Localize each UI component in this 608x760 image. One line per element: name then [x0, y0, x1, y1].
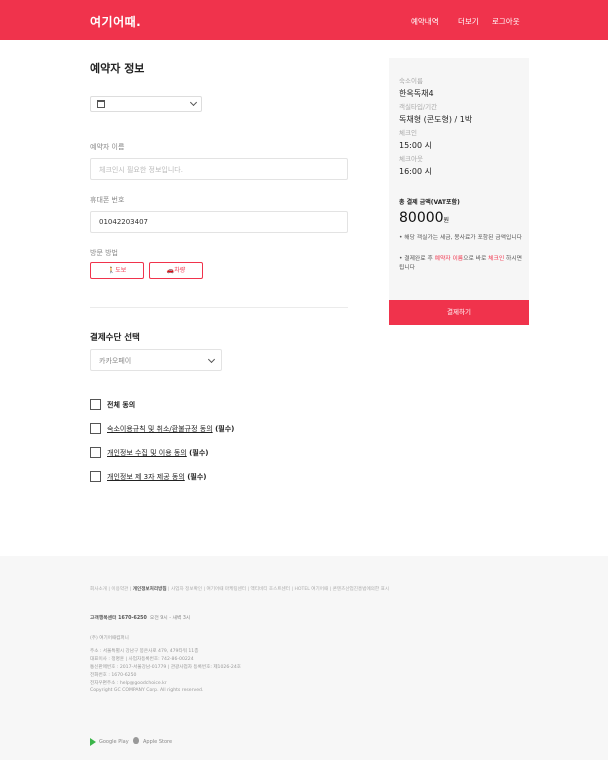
company-info-line: 전화번호 : 1670-6250 [90, 673, 137, 678]
visit-label: 방문 방법 [90, 249, 118, 257]
visit-car-button[interactable]: 🚗차량 [149, 262, 203, 279]
agree-rules-label[interactable]: 숙소이용규칙 및 취소/환불규정 동의 (필수) [107, 424, 234, 434]
apple-icon [133, 737, 139, 744]
company-info-line: 전자우편주소 : help@goodchoice.kr [90, 681, 167, 686]
name-input[interactable]: 체크인시 필요한 정보입니다. [90, 158, 348, 180]
google-play-link[interactable]: Google Play [99, 739, 129, 745]
booking-title: 예약자 정보 [90, 62, 145, 75]
price-note: • 해당 객실가는 세금, 봉사료가 포함된 금액입니다 [399, 235, 522, 241]
agree-thirdparty-checkbox[interactable] [90, 471, 101, 482]
nav-reservations[interactable]: 예약내역 [411, 16, 439, 27]
footer-links[interactable]: 회사소개 | 이용약관 | 개인정보처리방침 | 사업자 정보확인 | 여기어때… [90, 586, 389, 592]
company-info-line: 통신판매번호 : 2017-서울강남-01779 | 관광사업자 등록번호: 제… [90, 665, 241, 670]
visit-walk-label: 도보 [115, 267, 127, 274]
checkout-label: 체크아웃 [399, 155, 423, 163]
agree-privacy-label[interactable]: 개인정보 수집 및 이용 동의 (필수) [107, 448, 208, 458]
payment-method-value: 카카오페이 [99, 357, 132, 365]
apple-store-link[interactable]: Apple Store [143, 739, 172, 745]
room-label: 객실타입/기간 [399, 103, 438, 111]
nav-logout[interactable]: 로그아웃 [492, 16, 520, 27]
payment-method-select[interactable]: 카카오페이 [90, 349, 222, 371]
nav-more[interactable]: 더보기 [458, 16, 479, 27]
visit-walk-button[interactable]: 🚶도보 [90, 262, 144, 279]
header-bar: 여기어때. 예약내역 더보기 로그아웃 [0, 0, 608, 40]
chevron-down-icon [207, 355, 216, 364]
stay-label: 숙소이름 [399, 77, 423, 85]
phone-label: 휴대폰 번호 [90, 196, 125, 204]
chevron-down-icon [189, 98, 198, 107]
pay-button[interactable]: 결제하기 [389, 300, 529, 325]
date-select[interactable] [90, 96, 202, 112]
name-label: 예약자 이름 [90, 143, 125, 151]
agree-rules-checkbox[interactable] [90, 423, 101, 434]
checkout-value: 16:00 시 [399, 167, 432, 176]
checkin-value: 15:00 시 [399, 141, 432, 150]
agree-thirdparty-label[interactable]: 개인정보 제 3자 제공 동의 (필수) [107, 472, 206, 482]
agree-all-label: 전체 동의 [107, 401, 136, 409]
payment-title: 결제수단 선택 [90, 333, 140, 343]
company-info-line: 주소 : 서울특별시 강남구 봉은사로 479, 479타워 11층 [90, 649, 199, 654]
room-value: 독채형 (콘도형) / 1박 [399, 115, 473, 124]
company-info-line: 대표이사 : 정명훈 | 사업자등록번호: 742-86-00224 [90, 657, 194, 662]
google-play-icon [90, 738, 96, 746]
checkin-label: 체크인 [399, 129, 417, 137]
agree-privacy-checkbox[interactable] [90, 447, 101, 458]
company-name: (주) 여기어때컴퍼니 [90, 636, 129, 641]
customer-center: 고객행복센터 1670-6250 오전 9시 - 새벽 3시 [90, 616, 191, 621]
visit-car-label: 차량 [174, 267, 186, 274]
total-price: 80000원 [399, 210, 450, 226]
logo[interactable]: 여기어때. [90, 13, 141, 30]
phone-input[interactable]: 01042203407 [90, 211, 348, 233]
copyright: Copyright GC COMPANY Corp. All rights re… [90, 688, 204, 693]
stay-value: 한옥독채4 [399, 89, 434, 98]
calendar-icon [97, 100, 105, 108]
total-label: 총 결제 금액(VAT포함) [399, 199, 460, 206]
divider [90, 307, 348, 308]
checkin-note: • 결제완료 후 예약자 이름으로 바로 체크인 하시면 됩니다 [399, 256, 523, 271]
agree-all-checkbox[interactable] [90, 399, 101, 410]
